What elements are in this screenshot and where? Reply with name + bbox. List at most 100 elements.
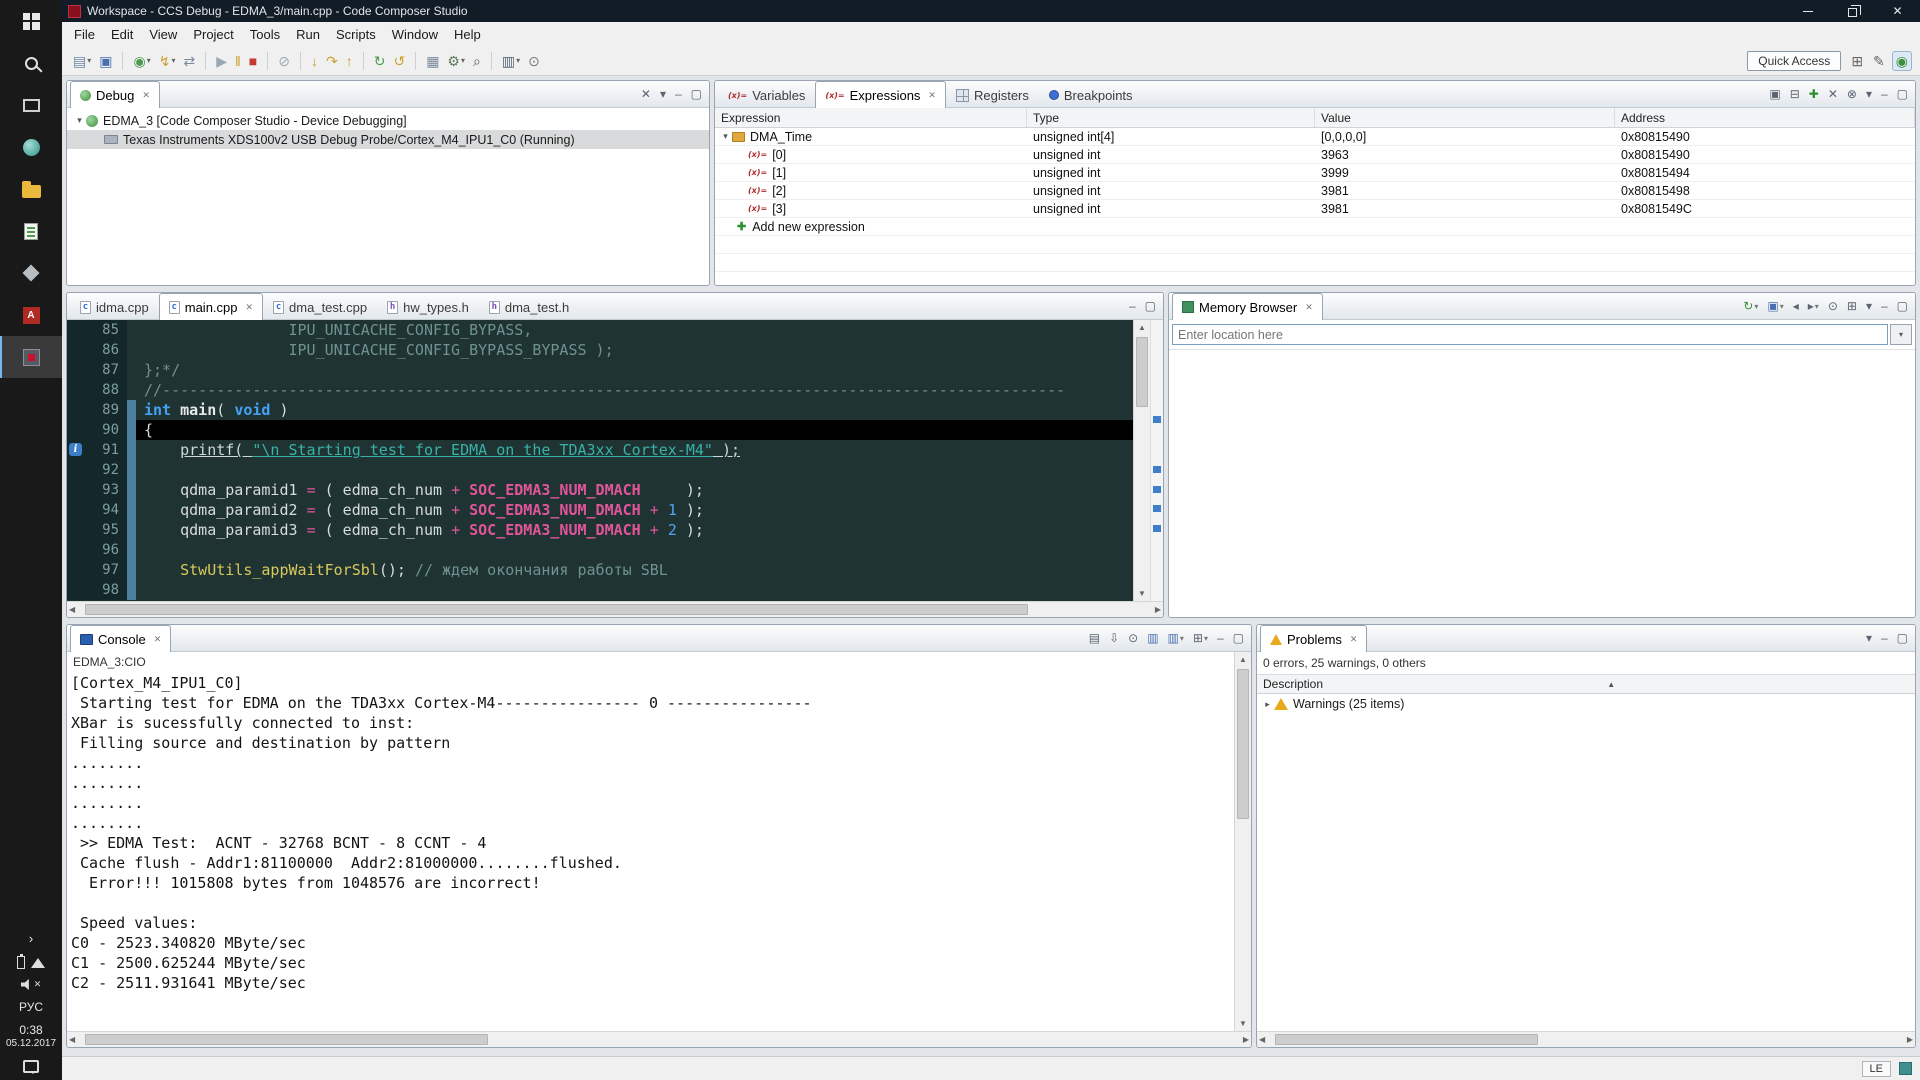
code-line[interactable]: 98 [67,580,1133,600]
column-header-value[interactable]: Value [1315,108,1615,127]
expr-tab-expressions[interactable]: Expressions✕ [815,81,946,108]
scroll-up-arrow[interactable]: ▲ [1235,652,1251,667]
clear-console-button[interactable]: ▤ [1089,632,1100,644]
pin-console-button[interactable]: ⊙ [1128,632,1138,644]
problems-group-row[interactable]: ▸Warnings (25 items) [1257,694,1915,714]
registers-view-button[interactable]: ▦ [423,52,442,70]
annotation-mark[interactable] [1153,466,1161,473]
code-line[interactable]: 87};*/ [67,360,1133,380]
add-new-expression-row[interactable]: ✚Add new expression [715,218,1915,236]
close-tab-icon[interactable]: ✕ [246,302,254,313]
menu-run[interactable]: Run [288,24,328,45]
editor-tab-dma-test-h[interactable]: dma_test.h [479,294,579,319]
minimize-button[interactable]: – [1881,88,1888,100]
editor-horizontal-scrollbar[interactable]: ◀ ▶ [67,601,1163,617]
language-indicator[interactable]: РУС [0,995,62,1019]
code-line[interactable]: 88//------------------------------------… [67,380,1133,400]
column-header-address[interactable]: Address [1615,108,1915,127]
network-tray-item[interactable] [0,951,62,974]
terminate-button[interactable]: ■ [246,52,260,70]
add-expression-button[interactable]: ✚ [1809,88,1819,100]
search-taskbar-button[interactable] [0,42,62,84]
debug-tree-item[interactable]: ▾EDMA_3 [Code Composer Studio - Device D… [67,111,709,130]
code-editor[interactable]: 85 IPU_UNICACHE_CONFIG_BYPASS,86 IPU_UNI… [67,320,1133,601]
console-tab-console[interactable]: Console✕ [70,625,171,652]
resume-button[interactable]: ▶ [213,52,230,70]
maximize-button[interactable]: ▢ [1233,632,1244,644]
quick-access-button[interactable]: Quick Access [1747,51,1841,71]
settings-button[interactable]: ⚙▾ [444,52,468,70]
annotation-mark[interactable] [1153,505,1161,512]
console-vertical-scrollbar[interactable]: ▲ ▼ [1234,652,1251,1031]
scroll-right-arrow[interactable]: ▶ [1243,1035,1249,1044]
file-explorer-taskbar-button[interactable] [0,168,62,210]
code-composer-studio-taskbar-button[interactable] [0,336,62,378]
scroll-down-arrow[interactable]: ▼ [1235,1016,1251,1031]
expr-tab-variables[interactable]: Variables [718,82,815,107]
tree-expand-caret[interactable]: ▸ [1261,699,1274,710]
expr-tab-registers[interactable]: Registers [946,82,1039,107]
scrollbar-thumb[interactable] [85,604,1028,615]
code-line[interactable]: i91 printf( "\n Starting test for EDMA o… [67,440,1133,460]
code-line[interactable]: 90{ [67,420,1133,440]
editor-vertical-scrollbar[interactable]: ▲ ▼ [1133,320,1150,601]
memory-tab-memory-browser[interactable]: Memory Browser✕ [1172,293,1323,320]
view-menu-button[interactable]: ▾ [1866,88,1872,100]
search-button[interactable]: ⌕ [470,52,484,70]
scrollbar-thumb[interactable] [1237,669,1249,819]
suspend-button[interactable]: ‖ [232,52,244,70]
step-into-button[interactable]: ↓ [308,52,321,70]
ccs-debug-perspective-button[interactable]: ◉ [1892,51,1912,71]
code-line[interactable]: 92 [67,460,1133,480]
code-line[interactable]: 94 qdma_paramid2 = ( edma_ch_num + SOC_E… [67,500,1133,520]
scroll-right-arrow[interactable]: ▶ [1907,1035,1913,1044]
menu-tools[interactable]: Tools [242,24,288,45]
remove-all-expressions-button[interactable]: ⊗ [1847,88,1857,100]
debug-tree-item[interactable]: Texas Instruments XDS100v2 USB Debug Pro… [67,130,709,149]
menu-help[interactable]: Help [446,24,489,45]
expression-row[interactable]: [0]unsigned int39630x80815490 [715,146,1915,164]
minimize-button[interactable]: – [1129,300,1136,312]
expression-row[interactable]: ▾DMA_Timeunsigned int[4][0,0,0,0]0x80815… [715,128,1915,146]
menu-edit[interactable]: Edit [103,24,141,45]
notification-center-button[interactable] [0,1055,62,1078]
minimize-window-button[interactable] [1785,0,1830,22]
code-line[interactable]: 86 IPU_UNICACHE_CONFIG_BYPASS_BYPASS ); [67,340,1133,360]
flash-button[interactable]: ↯▾ [156,52,179,70]
step-return-button[interactable]: ↑ [343,52,356,70]
go-forward-button[interactable]: ▸▾ [1808,300,1819,312]
menu-window[interactable]: Window [384,24,446,45]
save-memory-button[interactable]: ▣▾ [1767,300,1783,312]
annotation-mark[interactable] [1153,416,1161,423]
minimize-button[interactable]: – [675,88,682,100]
open-console-button[interactable]: ⊞▾ [1193,632,1208,644]
show-hidden-icons-button[interactable]: › [0,926,62,951]
description-column-header[interactable]: Description ▲ [1257,674,1915,694]
menu-view[interactable]: View [141,24,185,45]
scroll-down-arrow[interactable]: ▼ [1134,586,1150,601]
scroll-right-arrow[interactable]: ▶ [1155,605,1161,614]
editor-tab-idma-cpp[interactable]: idma.cpp [70,294,159,319]
expression-row[interactable]: [2]unsigned int39810x80815498 [715,182,1915,200]
column-header-expression[interactable]: Expression [715,108,1027,127]
scroll-left-arrow[interactable]: ◀ [69,1035,75,1044]
pin-button[interactable]: ⊙ [525,52,543,70]
minimize-button[interactable]: – [1881,300,1888,312]
go-back-button[interactable]: ◂ [1793,300,1799,312]
restart-button[interactable]: ↻ [371,52,389,70]
display-selected-console-button[interactable]: ▥▾ [1168,632,1184,644]
pin-memory-button[interactable]: ⊙ [1828,300,1838,312]
start-button[interactable] [0,0,62,42]
scroll-lock-button[interactable]: ⇩ [1109,632,1119,644]
close-window-button[interactable]: ✕ [1875,0,1920,22]
new-memory-tab-button[interactable]: ⊞ [1847,300,1857,312]
collapse-all-button[interactable]: ⊟ [1790,88,1800,100]
clock[interactable]: 0:38 05.12.2017 [0,1019,62,1055]
connect-target-button[interactable]: ⇄ [180,52,198,70]
scroll-up-arrow[interactable]: ▲ [1134,320,1150,335]
tree-expand-caret[interactable]: ▾ [73,115,86,126]
disconnect-button[interactable]: ⊘ [275,52,293,70]
problems-tab-problems[interactable]: Problems✕ [1260,625,1367,652]
browser-taskbar-button[interactable] [0,126,62,168]
close-tab-icon[interactable]: ✕ [1305,302,1313,313]
